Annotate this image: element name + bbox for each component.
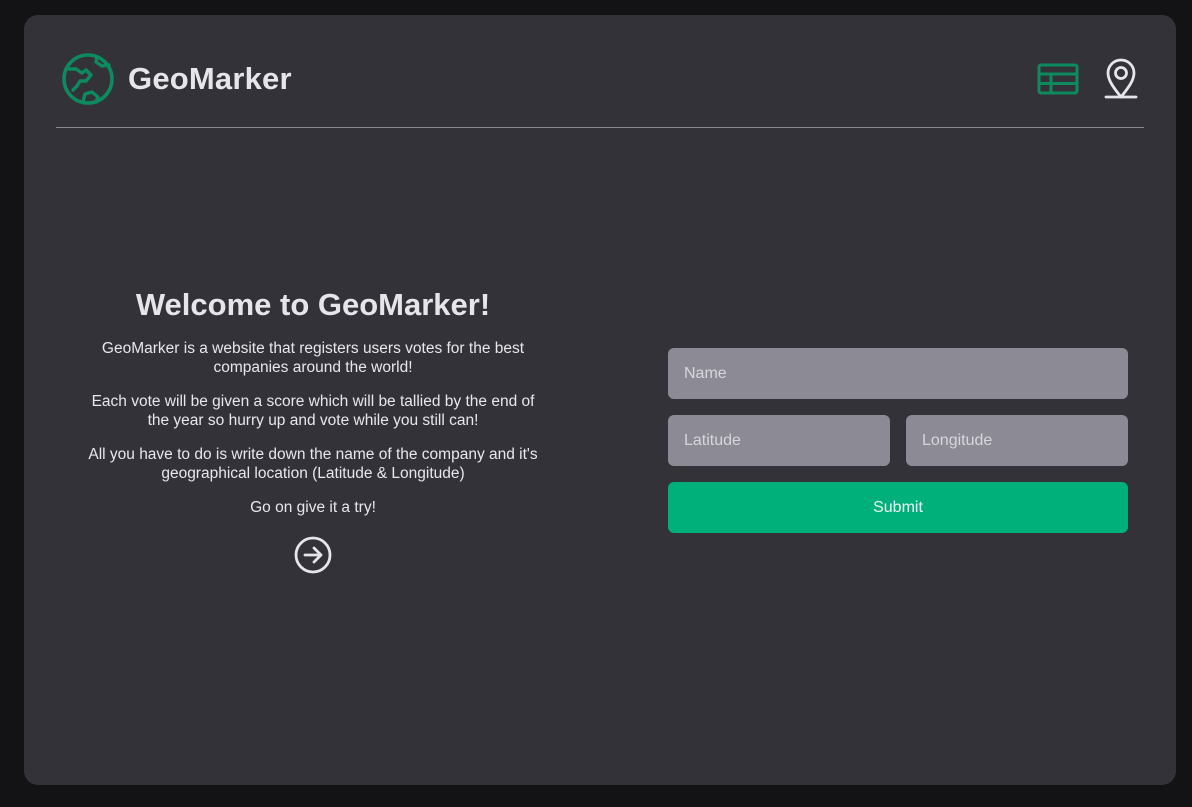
coordinates-row bbox=[668, 415, 1128, 466]
intro-paragraph: All you have to do is write down the nam… bbox=[88, 446, 538, 482]
intro-call-to-action: Go on give it a try! bbox=[250, 499, 376, 516]
map-view-button[interactable] bbox=[1099, 55, 1143, 101]
intro-section: Welcome to GeoMarker! GeoMarker is a web… bbox=[84, 287, 542, 580]
globe-icon bbox=[62, 53, 114, 105]
brand-title: GeoMarker bbox=[128, 61, 292, 96]
header: GeoMarker bbox=[56, 15, 1144, 128]
table-icon bbox=[1037, 63, 1079, 95]
welcome-title: Welcome to GeoMarker! bbox=[135, 287, 491, 322]
intro-paragraph: GeoMarker is a website that registers us… bbox=[101, 340, 525, 376]
arrow-right-circle-icon bbox=[294, 536, 332, 574]
submit-button[interactable]: Submit bbox=[668, 482, 1128, 533]
latitude-input[interactable] bbox=[668, 415, 890, 466]
vote-form: Submit bbox=[668, 348, 1128, 533]
intro-paragraph: Each vote will be given a score which wi… bbox=[91, 393, 535, 429]
name-input[interactable] bbox=[668, 348, 1128, 399]
map-pin-icon bbox=[1104, 58, 1138, 99]
longitude-input[interactable] bbox=[906, 415, 1128, 466]
table-view-button[interactable] bbox=[1036, 55, 1080, 101]
next-arrow-button[interactable] bbox=[293, 535, 333, 575]
main-card: GeoMarker Welcome to GeoMarker! GeoMarke… bbox=[24, 15, 1176, 785]
